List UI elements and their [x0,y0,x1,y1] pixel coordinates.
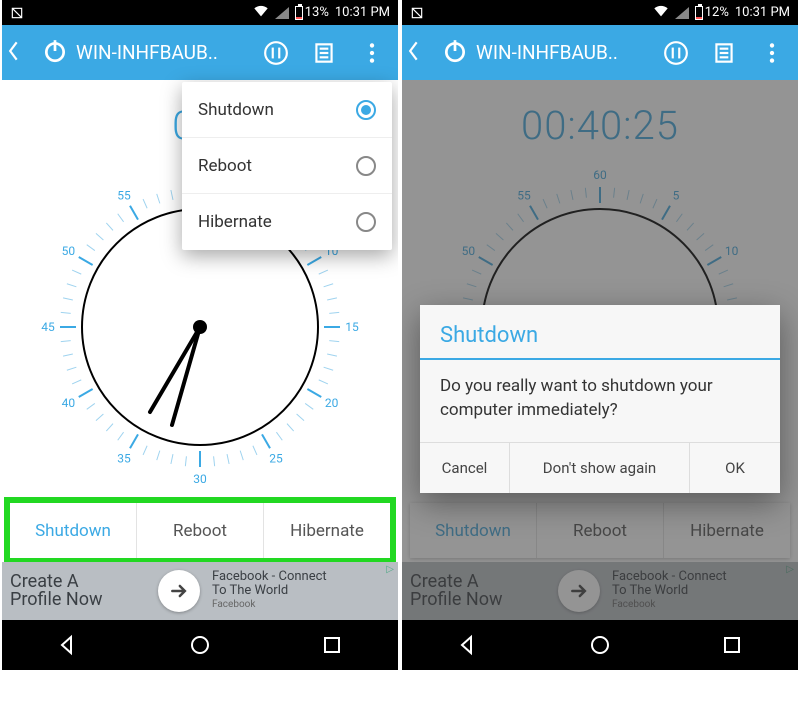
phone-left: 13% 10:31 PM WIN-INHFBAUB.. 00: 51015202… [2,0,398,704]
status-time: 10:31 PM [335,5,390,20]
dialog-cancel-button[interactable]: Cancel [420,443,510,493]
adchoices-icon[interactable]: ▷ [386,564,394,575]
mode-popup: Shutdown Reboot Hibernate [182,82,392,250]
dialog-dont-show-button[interactable]: Don't show again [510,443,690,493]
svg-text:25: 25 [269,452,283,466]
nav-back[interactable] [438,625,498,665]
overflow-button[interactable] [752,33,792,73]
svg-text:30: 30 [193,472,207,486]
app-bar: WIN-INHFBAUB.. [402,25,798,80]
battery-indicator: 12% [695,5,729,20]
content-area: 00: 51015202530354045505560 Shutdown Reb… [2,80,398,620]
popup-item-hibernate[interactable]: Hibernate [182,194,392,250]
overflow-button[interactable] [352,33,392,73]
popup-item-shutdown[interactable]: Shutdown [182,82,392,138]
status-time: 10:31 PM [735,5,790,20]
app-title: WIN-INHFBAUB.. [476,41,648,64]
dialog-ok-button[interactable]: OK [690,443,780,493]
bottom-action-bar: Shutdown Reboot Hibernate [10,503,390,558]
action-reboot[interactable]: Reboot [137,503,264,558]
android-nav-bar [2,620,398,670]
notification-icon [410,6,424,20]
svg-text:20: 20 [325,396,339,410]
content-area: 00:40:25 51015202530354045505560 Shutdow… [402,80,798,620]
svg-text:50: 50 [62,244,76,258]
ad-left-text: Create A Profile Now [2,569,152,613]
svg-text:40: 40 [62,396,76,410]
confirm-dialog: Shutdown Do you really want to shutdown … [420,305,780,493]
app-bar: WIN-INHFBAUB.. [2,25,398,80]
ad-banner[interactable]: Create A Profile Now Facebook - Connect … [2,562,398,620]
notification-icon [10,6,24,20]
svg-text:35: 35 [117,452,131,466]
phone-right: 12% 10:31 PM WIN-INHFBAUB.. 00:40:25 510… [402,0,798,704]
list-button[interactable] [704,33,744,73]
wifi-icon [653,3,669,23]
signal-icon [675,7,689,19]
back-icon[interactable] [8,38,34,68]
list-button[interactable] [304,33,344,73]
radio-off-icon [356,212,376,232]
dialog-divider [420,358,780,360]
ad-right-text: Facebook - Connect To The World Facebook [206,566,398,616]
svg-text:45: 45 [41,320,55,334]
dialog-buttons: Cancel Don't show again OK [420,442,780,493]
popup-item-reboot[interactable]: Reboot [182,138,392,194]
back-icon[interactable] [408,38,434,68]
arrow-right-icon [158,570,200,612]
action-hibernate[interactable]: Hibernate [264,503,390,558]
battery-percent: 13% [305,5,329,20]
dialog-title: Shutdown [420,305,780,358]
nav-home[interactable] [570,625,630,665]
app-title: WIN-INHFBAUB.. [76,41,248,64]
wifi-icon [253,3,269,23]
radio-off-icon [356,156,376,176]
status-bar: 12% 10:31 PM [402,0,798,25]
dialog-message: Do you really want to shutdown your comp… [420,374,780,442]
action-shutdown[interactable]: Shutdown [10,503,137,558]
power-icon [42,38,68,68]
svg-text:15: 15 [345,320,359,334]
signal-icon [275,7,289,19]
pause-button[interactable] [256,33,296,73]
svg-text:55: 55 [117,188,131,202]
radio-on-icon [356,100,376,120]
nav-back[interactable] [38,625,98,665]
battery-indicator: 13% [295,5,329,20]
nav-home[interactable] [170,625,230,665]
nav-recent[interactable] [302,625,362,665]
status-bar: 13% 10:31 PM [2,0,398,25]
android-nav-bar [402,620,798,670]
nav-recent[interactable] [702,625,762,665]
battery-percent: 12% [705,5,729,20]
pause-button[interactable] [656,33,696,73]
power-icon [442,38,468,68]
